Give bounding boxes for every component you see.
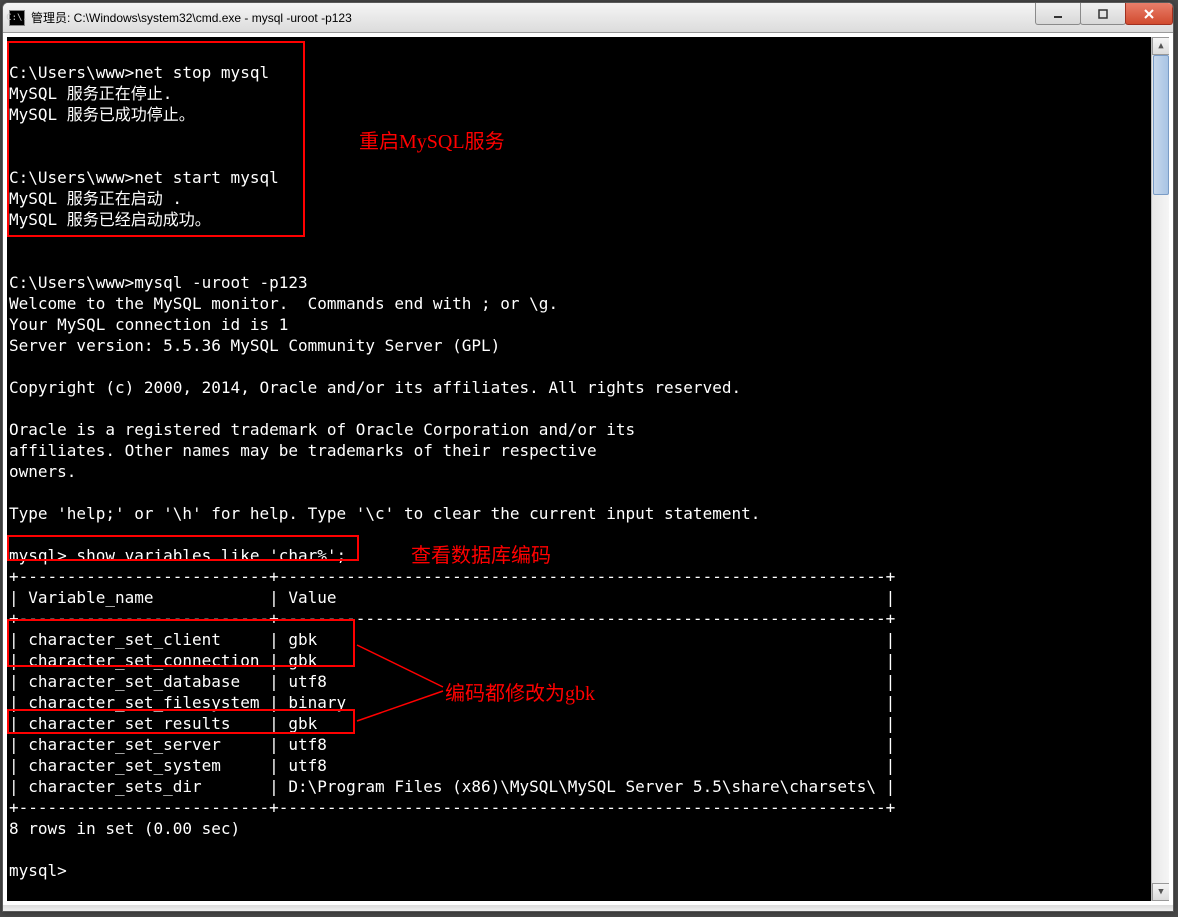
cmd-icon: C:\. [9,10,25,26]
window-controls [1036,3,1173,25]
minimize-button[interactable] [1035,3,1081,25]
scroll-thumb[interactable] [1153,55,1169,195]
minimize-icon [1052,8,1064,20]
cmd-window: C:\. 管理员: C:\Windows\system32\cmd.exe - … [2,2,1174,912]
titlebar[interactable]: C:\. 管理员: C:\Windows\system32\cmd.exe - … [3,3,1173,33]
terminal-output: C:\Users\www>net stop mysql MySQL 服务正在停止… [7,37,1151,901]
maximize-icon [1097,8,1109,20]
scroll-up-button[interactable]: ▲ [1152,37,1169,55]
window-resize-edge[interactable] [3,905,1173,911]
terminal-area[interactable]: C:\Users\www>net stop mysql MySQL 服务正在停止… [7,37,1169,901]
scroll-down-button[interactable]: ▼ [1152,883,1169,901]
window-title: 管理员: C:\Windows\system32\cmd.exe - mysql… [31,9,352,26]
vertical-scrollbar[interactable]: ▲ ▼ [1151,37,1169,901]
maximize-button[interactable] [1080,3,1126,25]
close-button[interactable] [1125,3,1173,25]
close-icon [1143,8,1155,20]
